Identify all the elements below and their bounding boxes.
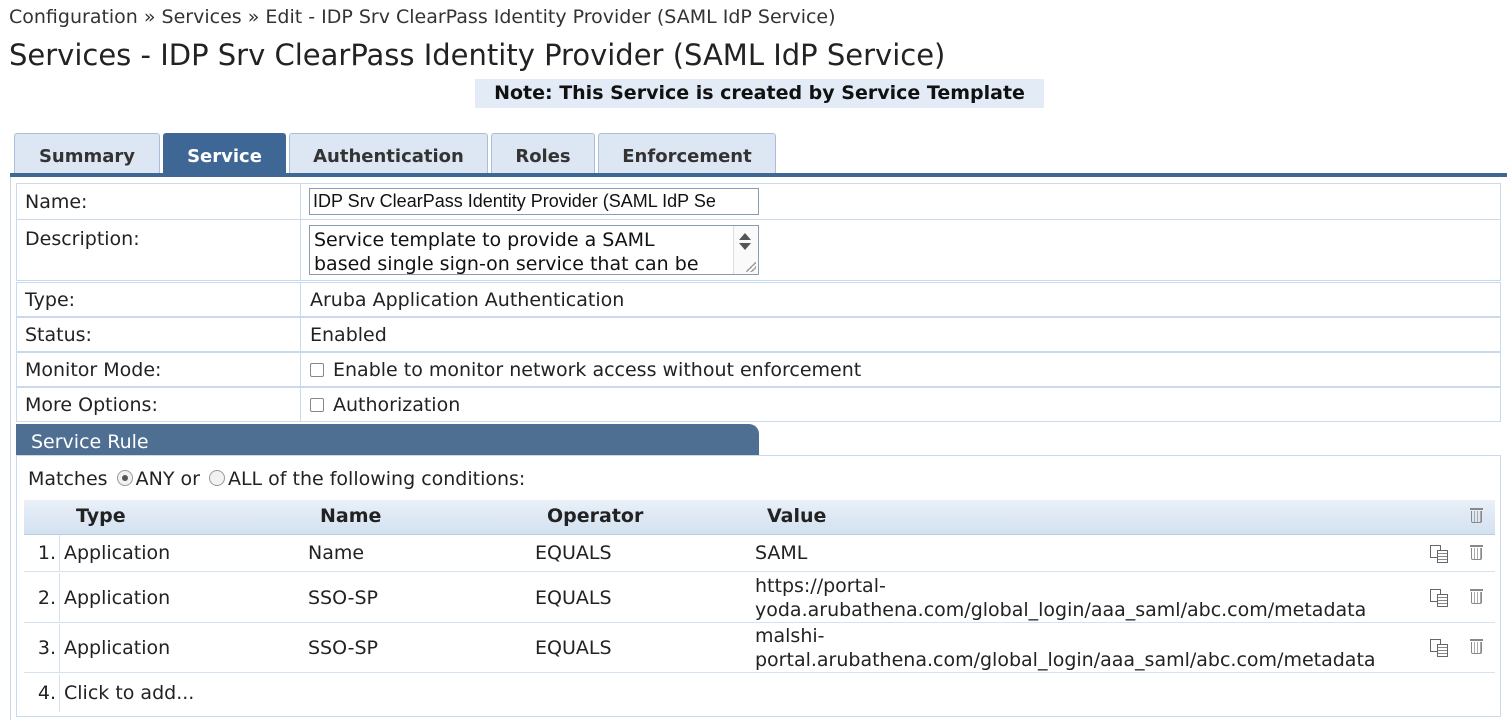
rules-table-header: Type Name Operator Value (24, 500, 1495, 535)
row-name: SSO-SP (308, 637, 378, 659)
table-row[interactable]: 1. Application Name EQUALS SAML (24, 535, 1495, 572)
scroll-down-icon[interactable] (739, 243, 751, 250)
matches-selector: Matches ANY or ALL of the following cond… (28, 468, 525, 490)
tab-service[interactable]: Service (163, 133, 286, 173)
col-name: Name (320, 505, 382, 527)
row-number: 4. (24, 674, 60, 712)
monitor-mode-row: Monitor Mode: Enable to monitor network … (16, 352, 1501, 387)
authorization-checkbox[interactable] (310, 398, 324, 412)
monitor-mode-checkbox-label: Enable to monitor network access without… (333, 359, 862, 381)
breadcrumb[interactable]: Configuration » Services » Edit - IDP Sr… (9, 6, 836, 28)
row-value: SAML (755, 542, 808, 564)
add-rule-row[interactable]: 4. Click to add... (24, 674, 1495, 712)
col-type: Type (76, 505, 126, 527)
any-radio[interactable] (116, 470, 133, 486)
more-options-row: More Options: Authorization (16, 387, 1501, 422)
table-row[interactable]: 2. Application SSO-SP EQUALS https://por… (24, 573, 1495, 623)
row-operator: EQUALS (535, 587, 612, 609)
status-row: Status: Enabled (16, 317, 1501, 352)
row-name: Name (308, 542, 365, 564)
delete-icon[interactable] (1470, 545, 1483, 560)
status-label: Status: (17, 318, 301, 351)
more-options-value: Authorization (310, 388, 460, 423)
status-value: Enabled (310, 324, 387, 346)
monitor-mode-value: Enable to monitor network access without… (310, 353, 861, 388)
all-radio[interactable] (208, 470, 225, 486)
delete-icon[interactable] (1470, 639, 1483, 654)
row-operator: EQUALS (535, 542, 612, 564)
row-type: Application (64, 542, 171, 564)
row-type: Application (64, 637, 171, 659)
row-value: https://portal- yoda.arubathena.com/glob… (755, 574, 1366, 622)
tab-roles[interactable]: Roles (491, 133, 595, 173)
scroll-up-icon[interactable] (739, 233, 751, 240)
description-line-1: Service template to provide a SAML (314, 229, 655, 251)
col-operator: Operator (547, 505, 644, 527)
any-radio-label: ANY or (135, 468, 200, 490)
col-value: Value (767, 505, 827, 527)
type-row: Type: Aruba Application Authentication (16, 282, 1501, 317)
copy-icon[interactable] (1430, 639, 1450, 657)
type-label: Type: (17, 283, 301, 316)
table-row[interactable]: 3. Application SSO-SP EQUALS malshi- por… (24, 624, 1495, 673)
row-operator: EQUALS (535, 637, 612, 659)
name-label: Name: (17, 184, 301, 219)
template-note: Note: This Service is created by Service… (475, 79, 1044, 108)
row-value-line-2: portal.arubathena.com/global_login/aaa_s… (755, 649, 1376, 671)
monitor-mode-label: Monitor Mode: (17, 353, 301, 386)
click-to-add[interactable]: Click to add... (64, 674, 194, 712)
row-value-line-1: https://portal- (755, 575, 886, 597)
monitor-mode-checkbox[interactable] (310, 363, 324, 377)
resize-grip-icon[interactable] (746, 262, 756, 272)
delete-icon[interactable] (1470, 589, 1483, 604)
matches-label: Matches (28, 468, 108, 490)
delete-all-icon[interactable] (1470, 508, 1483, 523)
name-input[interactable]: IDP Srv ClearPass Identity Provider (SAM… (309, 188, 759, 215)
row-number: 3. (24, 624, 60, 672)
row-value: malshi- portal.arubathena.com/global_log… (755, 624, 1376, 672)
tab-authentication[interactable]: Authentication (289, 133, 488, 173)
row-name: SSO-SP (308, 587, 378, 609)
all-radio-label: ALL of the following conditions: (227, 468, 526, 490)
row-value-line-1: malshi- (755, 625, 825, 647)
copy-icon[interactable] (1430, 589, 1450, 607)
more-options-label: More Options: (17, 388, 301, 421)
row-number: 2. (24, 573, 60, 622)
type-value: Aruba Application Authentication (310, 289, 625, 311)
copy-icon[interactable] (1430, 545, 1450, 563)
page-title: Services - IDP Srv ClearPass Identity Pr… (9, 38, 946, 72)
tab-summary[interactable]: Summary (14, 133, 160, 173)
description-line-2: based single sign-on service that can be (314, 253, 699, 275)
tab-enforcement[interactable]: Enforcement (598, 133, 776, 173)
service-rule-header: Service Rule (16, 424, 759, 455)
row-type: Application (64, 587, 171, 609)
description-textarea[interactable]: Service template to provide a SAML based… (309, 225, 759, 275)
description-label: Description: (17, 220, 301, 280)
row-value-line-2: yoda.arubathena.com/global_login/aaa_sam… (755, 599, 1367, 621)
authorization-checkbox-label: Authorization (333, 394, 461, 416)
row-number: 1. (24, 535, 60, 571)
